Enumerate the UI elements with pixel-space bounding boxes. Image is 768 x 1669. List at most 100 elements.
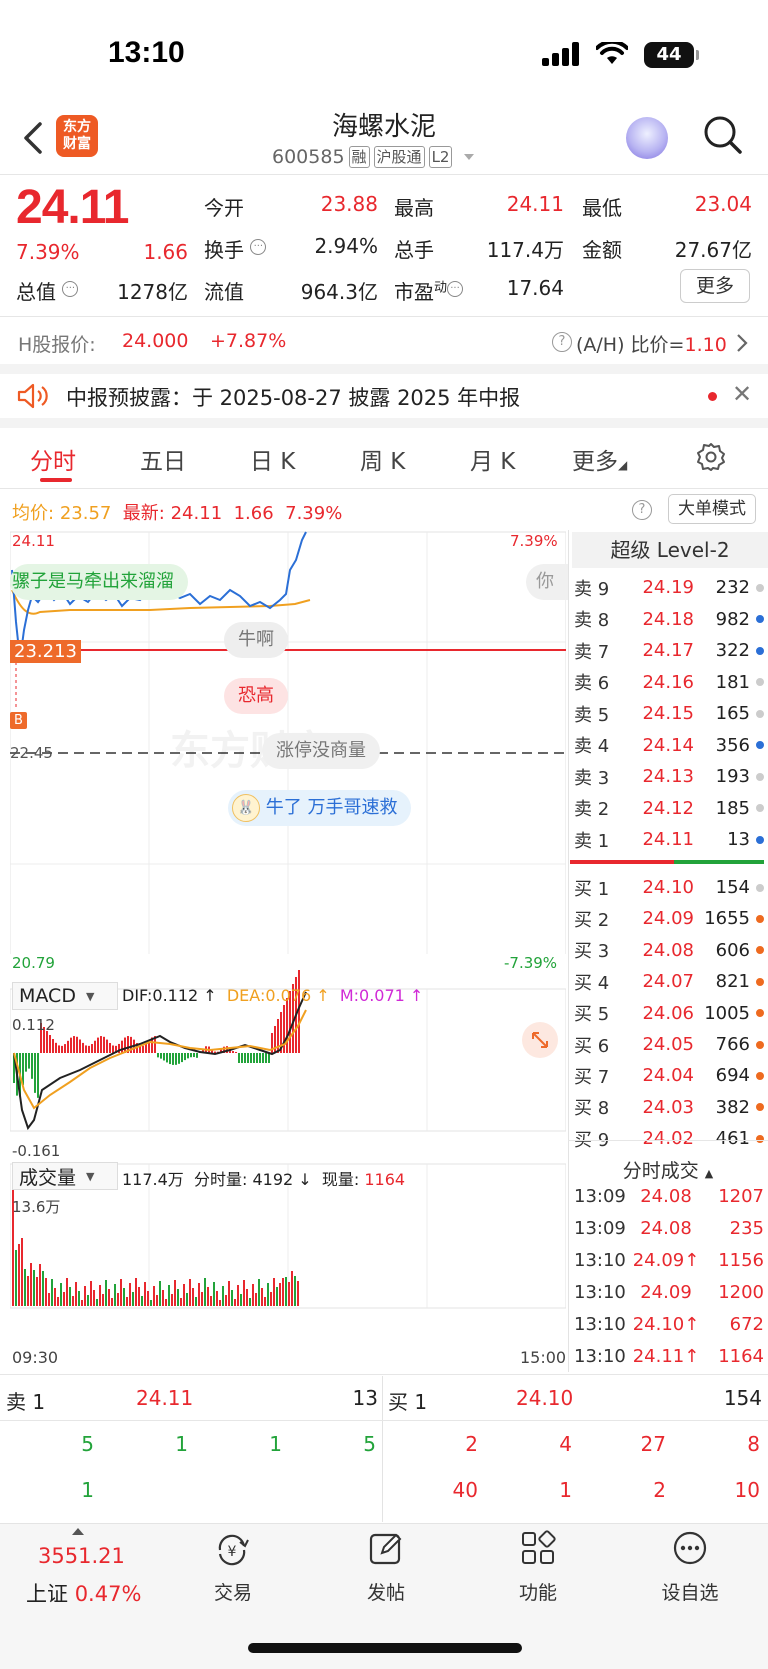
level-label: 买 4	[574, 972, 610, 994]
bid-level-row[interactable]: 买 7 24.04 694	[574, 1060, 764, 1091]
tab-more[interactable]: 更多◢	[572, 442, 627, 476]
market-cap-label[interactable]: 总值 ···	[16, 276, 79, 305]
volume-bar	[231, 1290, 233, 1306]
level-label: 卖 6	[574, 673, 610, 694]
volume-bar	[57, 1297, 59, 1306]
index-ticker[interactable]: 上证 0.47%	[26, 1578, 141, 1608]
trades-title[interactable]: 分时成交 ▲	[568, 1156, 768, 1183]
bid-level-row[interactable]: 买 5 24.06 1005	[574, 998, 764, 1029]
home-indicator[interactable]	[248, 1643, 522, 1653]
bid-level-row[interactable]: 买 6 24.05 766	[574, 1029, 764, 1060]
nav-add-watchlist[interactable]: 设自选	[650, 1578, 730, 1605]
close-icon[interactable]: ✕	[732, 380, 752, 408]
macd-bar	[67, 1040, 69, 1053]
help-icon[interactable]: ?	[552, 332, 572, 352]
danmu-bubble[interactable]: 牛啊	[224, 622, 288, 658]
robot-assistant-icon[interactable]	[626, 117, 668, 159]
expand-icon[interactable]	[522, 1022, 558, 1058]
danmu-bubble[interactable]: 你	[526, 564, 568, 600]
search-icon[interactable]	[702, 114, 744, 156]
macd-bar	[184, 1053, 186, 1061]
level-divider	[382, 1376, 383, 1522]
macd-bar	[241, 1053, 243, 1063]
trade-row: 13:10 24.09 1200	[574, 1282, 764, 1303]
ask-level-row[interactable]: 卖 8 24.18 982	[574, 604, 764, 635]
help-icon[interactable]: ?	[632, 500, 652, 520]
volume-selector[interactable]: 成交量 ▼	[12, 1162, 118, 1190]
bid-level-row[interactable]: 买 2 24.09 1655	[574, 903, 764, 934]
bid-level-row[interactable]: 买 8 24.03 382	[574, 1092, 764, 1123]
ask-level-row[interactable]: 卖 3 24.13 193	[574, 761, 764, 792]
level-label: 买 7	[574, 1066, 610, 1088]
tab-intraday[interactable]: 分时	[30, 442, 76, 476]
more-button[interactable]: 更多	[680, 269, 750, 303]
notice-text[interactable]: 中报预披露：于 2025-08-27 披露 2025 年中报	[66, 382, 520, 412]
danmu-bubble[interactable]: 骡子是马牵出来溜溜	[10, 564, 188, 600]
tab-five-day[interactable]: 五日	[140, 442, 186, 476]
ask-level-row[interactable]: 卖 4 24.14 356	[574, 730, 764, 761]
bid-level-row[interactable]: 买 9 24.02 461	[574, 1123, 764, 1154]
amount-value: 27.67亿	[674, 238, 752, 262]
level-volume: 193	[715, 766, 750, 787]
ask1-price: 24.11	[136, 1386, 194, 1410]
bid-level-row[interactable]: 买 1 24.10 154	[574, 872, 764, 903]
chevron-right-icon[interactable]	[734, 332, 750, 354]
level-price: 24.11	[642, 829, 694, 850]
unread-dot	[708, 392, 717, 401]
bid-level-row[interactable]: 买 3 24.08 606	[574, 935, 764, 966]
ask-level-row[interactable]: 卖 9 24.19 232	[574, 572, 764, 603]
info-icon[interactable]: ···	[250, 239, 267, 256]
macd-bar	[37, 1053, 39, 1098]
index-value[interactable]: 3551.21	[38, 1544, 125, 1568]
turnover-label[interactable]: 换手 ···	[204, 234, 267, 263]
macd-bar	[262, 1053, 264, 1063]
tab-weekly-k[interactable]: 周 K	[360, 442, 405, 476]
nav-function[interactable]: 功能	[498, 1578, 578, 1605]
danmu-bubble[interactable]: 恐高	[224, 678, 288, 714]
ask-level-row[interactable]: 卖 6 24.16 181	[574, 667, 764, 698]
time-end-label: 15:00	[520, 1348, 567, 1367]
volume-bar	[237, 1285, 239, 1306]
ask-level-row[interactable]: 卖 5 24.15 165	[574, 698, 764, 729]
danmu-bubble[interactable]: 涨停没商量	[262, 733, 380, 769]
function-grid-icon[interactable]	[520, 1530, 556, 1566]
volume-bar	[27, 1276, 29, 1306]
post-edit-icon[interactable]	[368, 1530, 404, 1566]
trade-price: 24.11↑	[632, 1346, 700, 1367]
level-label: 买 1	[574, 878, 610, 900]
tab-monthly-k[interactable]: 月 K	[470, 442, 515, 476]
nav-post[interactable]: 发帖	[346, 1578, 426, 1605]
bid1-price: 24.10	[516, 1386, 574, 1410]
big-order-mode-button[interactable]: 大单模式	[668, 494, 756, 524]
nav-trade[interactable]: 交易	[193, 1578, 273, 1605]
volume-bar	[243, 1280, 245, 1306]
ah-ratio-label[interactable]: (A/H) 比价=1.10	[576, 330, 727, 357]
level2-title[interactable]: 超级 Level-2	[572, 532, 768, 568]
trade-price: 24.08	[640, 1218, 692, 1239]
macd-bar	[256, 1053, 258, 1063]
pe-label[interactable]: 市盈动 ···	[394, 276, 464, 305]
trade-icon[interactable]: ¥	[212, 1532, 252, 1568]
settings-gear-icon[interactable]	[696, 442, 726, 472]
stock-code-row[interactable]: 600585 融 沪股通 L2	[272, 146, 480, 168]
ask-level-row[interactable]: 卖 7 24.17 322	[574, 635, 764, 666]
market-cap-value: 1278亿	[117, 280, 188, 304]
volume-bar	[240, 1294, 242, 1306]
danmu-bubble[interactable]: 🐰 牛了 万手哥速救	[228, 790, 412, 826]
ask-level-row[interactable]: 卖 2 24.12 185	[574, 793, 764, 824]
level-dot	[756, 709, 764, 718]
level-volume: 1005	[704, 1002, 750, 1024]
macd-selector[interactable]: MACD ▼	[12, 982, 118, 1010]
buy-marker[interactable]: B	[10, 712, 27, 729]
level-price: 24.17	[642, 640, 694, 661]
ask-level-row[interactable]: 卖 1 24.11 13	[574, 824, 764, 855]
level-dot	[756, 1040, 764, 1049]
macd-bar	[181, 1053, 183, 1063]
bid-level-row[interactable]: 买 4 24.07 821	[574, 966, 764, 997]
more-dots-icon[interactable]	[672, 1530, 708, 1566]
info-icon[interactable]: ···	[447, 281, 464, 298]
intraday-chart[interactable]	[10, 530, 566, 1370]
tab-daily-k[interactable]: 日 K	[250, 442, 295, 476]
volume-bar	[63, 1292, 65, 1306]
info-icon[interactable]: ···	[62, 281, 79, 298]
